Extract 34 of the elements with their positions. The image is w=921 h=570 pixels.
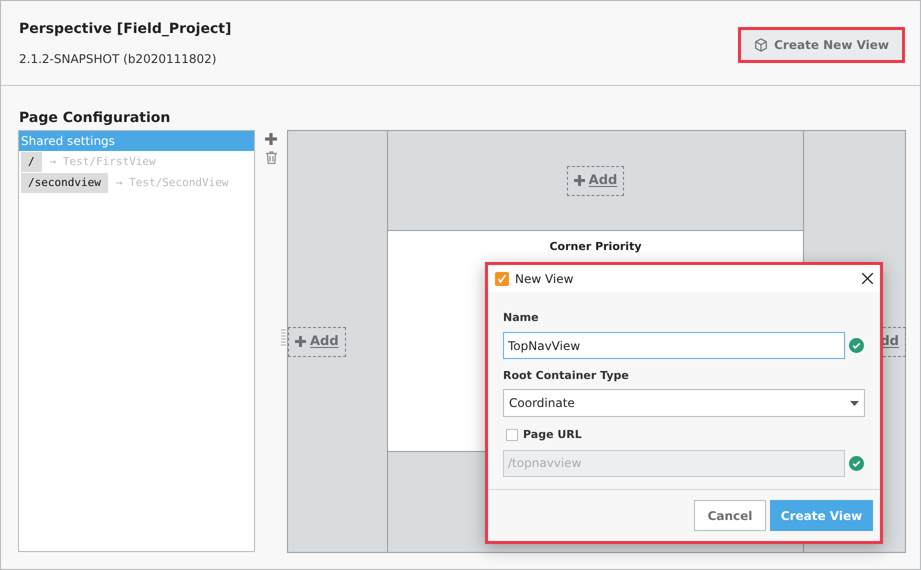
create-new-view-button[interactable]: Create New View bbox=[738, 27, 905, 63]
cancel-button[interactable]: Cancel bbox=[694, 500, 766, 531]
add-button[interactable]: Add bbox=[566, 166, 624, 196]
center-title: Corner Priority bbox=[549, 239, 642, 255]
project-title: Perspective [Field_Project] bbox=[19, 20, 232, 39]
container-type-label: Root Container Type bbox=[503, 368, 630, 384]
cube-icon bbox=[754, 38, 768, 52]
plus-icon bbox=[295, 336, 306, 347]
page-url-checkbox[interactable] bbox=[506, 429, 518, 442]
add-button[interactable]: Add bbox=[288, 326, 346, 356]
page-route-item[interactable]: / → Test/FirstView bbox=[21, 152, 252, 172]
route-target: → Test/SecondView bbox=[116, 174, 228, 191]
page-url-label: Page URL bbox=[523, 427, 582, 443]
name-label: Name bbox=[503, 310, 540, 326]
check-icon bbox=[849, 456, 864, 470]
add-icon[interactable] bbox=[265, 133, 277, 145]
route-path: / bbox=[21, 152, 42, 172]
version-text: 2.1.2-SNAPSHOT (b2020111802) bbox=[19, 51, 218, 68]
caret-icon bbox=[850, 400, 859, 406]
resize-handle-icon[interactable] bbox=[281, 329, 286, 347]
name-field[interactable]: TopNavView bbox=[503, 332, 845, 359]
app-icon bbox=[495, 272, 509, 286]
dialog-title: New View bbox=[515, 270, 574, 288]
route-path: /secondview bbox=[21, 173, 108, 193]
page-route-item[interactable]: /secondview → Test/SecondView bbox=[21, 173, 252, 193]
container-type-select[interactable]: Coordinate bbox=[503, 389, 865, 417]
list-header[interactable]: Shared settings bbox=[19, 131, 254, 151]
route-target: → Test/FirstView bbox=[50, 154, 156, 170]
create-view-button[interactable]: Create View bbox=[770, 500, 873, 531]
trash-icon[interactable] bbox=[266, 151, 276, 164]
check-icon bbox=[849, 338, 864, 353]
section-title: Page Configuration bbox=[19, 110, 170, 126]
plus-icon bbox=[574, 175, 585, 186]
close-icon[interactable] bbox=[862, 273, 873, 284]
